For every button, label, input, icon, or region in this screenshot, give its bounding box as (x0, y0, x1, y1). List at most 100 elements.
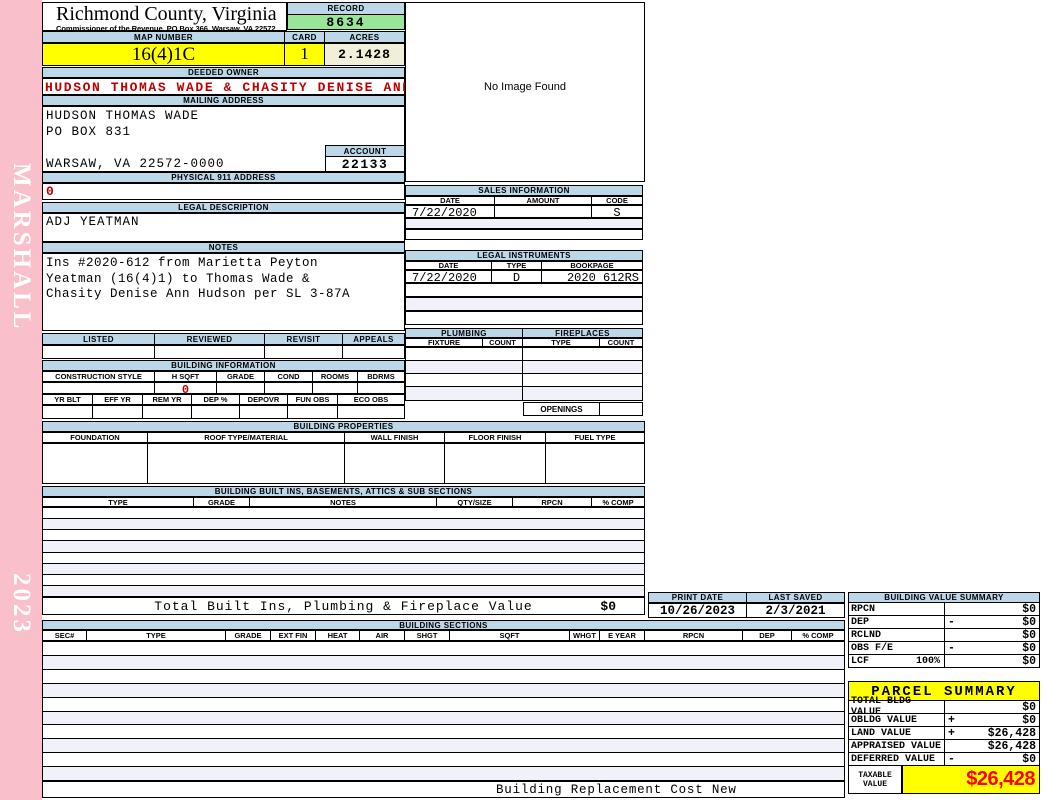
sales-date-value: 7/22/2020 (405, 205, 495, 220)
bs-whgt-label: WHGT (570, 630, 600, 641)
bs-grade-label: GRADE (226, 630, 271, 641)
bvs-label: RCLND (848, 628, 945, 642)
empty-cell (358, 382, 405, 394)
rooms-label: ROOMS (313, 371, 358, 382)
plumbing-fireplaces-subheaders: FIXTURE COUNT TYPE COUNT (405, 338, 643, 347)
print-info-values: 10/26/2023 2/3/2021 (648, 603, 845, 618)
empty-cell (313, 382, 358, 394)
table-row (43, 530, 644, 542)
building-properties-headers: FOUNDATION ROOF TYPE/MATERIAL WALL FINIS… (42, 432, 645, 443)
ps-row-obldg: OBLDG VALUE + $0 (848, 713, 1040, 727)
table-row (43, 739, 844, 754)
deeded-owner-value: HUDSON THOMAS WADE & CHASITY DENISE ANN (42, 78, 410, 95)
h-sqft-value: 0 (155, 382, 217, 397)
sales-code-value: S (592, 205, 643, 220)
notes-label: NOTES (42, 242, 405, 253)
print-date-label: PRINT DATE (648, 592, 747, 603)
empty-cell (240, 405, 288, 419)
bs-comp-label: % COMP (792, 630, 845, 641)
empty-cell (192, 405, 240, 419)
building-sections-footer: Building Replacement Cost New (42, 781, 845, 798)
ps-label: APPRAISED VALUE (848, 739, 945, 753)
floor-finish-label: FLOOR FINISH (445, 432, 546, 443)
sales-date-label: DATE (405, 196, 495, 205)
ps-label: OBLDG VALUE (848, 713, 945, 727)
rem-yr-label: REM YR (143, 394, 192, 405)
ps-value: $0 (1022, 700, 1036, 714)
empty-cell (42, 443, 148, 484)
last-saved-label: LAST SAVED (747, 592, 845, 603)
review-header-row: LISTED REVIEWED REVISIT APPEALS (42, 333, 405, 345)
mailing-address-label: MAILING ADDRESS (42, 95, 405, 106)
bs-rpcn-label: RPCN (645, 630, 743, 641)
empty-cell (546, 443, 645, 484)
li-bookpage-label: BOOKPAGE (542, 261, 643, 270)
legal-description-label: LEGAL DESCRIPTION (42, 202, 405, 213)
ps-row-total-bldg: TOTAL BLDG VALUE $0 (848, 696, 1040, 718)
empty-cell (343, 345, 405, 359)
physical-911-label: PHYSICAL 911 ADDRESS (42, 172, 405, 183)
ps-value: $26,428 (987, 726, 1036, 740)
bi-notes-label: NOTES (250, 497, 437, 507)
map-number-label: MAP NUMBER (42, 31, 285, 43)
physical-911-value: 0 (42, 183, 405, 200)
cond-label: COND (265, 371, 313, 382)
ps-label: DEFERRED VALUE (848, 752, 945, 766)
openings-label: OPENINGS (523, 402, 600, 416)
built-ins-total-value: $0 (600, 599, 616, 614)
fun-obs-label: FUN OBS (288, 394, 338, 405)
empty-cell (523, 360, 643, 374)
empty-cell (265, 345, 343, 359)
plumbing-fireplaces-headers: PLUMBING FIREPLACES (405, 328, 643, 338)
bi-qty-label: QTY/SIZE (437, 497, 513, 507)
building-info-row2-headers: YR BLT EFF YR REM YR DEP % DEPOVR FUN OB… (42, 394, 405, 405)
construction-style-label: CONSTRUCTION STYLE (42, 371, 155, 382)
roof-type-label: ROOF TYPE/MATERIAL (148, 432, 345, 443)
table-row (43, 541, 644, 553)
building-information-label: BUILDING INFORMATION (42, 360, 405, 371)
building-sections-label: BUILDING SECTIONS (42, 620, 845, 630)
bvs-row-rclnd: RCLND $0 (848, 628, 1040, 642)
bvs-label: DEP (848, 615, 945, 629)
empty-cell (148, 443, 345, 484)
mailing-line: HUDSON THOMAS WADE (46, 109, 200, 123)
card-label: CARD (285, 31, 325, 43)
ps-sign: + (948, 713, 955, 727)
bs-shgt-label: SHGT (405, 630, 450, 641)
table-row (405, 297, 643, 311)
li-type-label: TYPE (492, 261, 542, 270)
building-sections-body (42, 641, 845, 782)
empty-cell (523, 347, 643, 361)
sales-row: 7/22/2020 S (405, 205, 643, 220)
fuel-type-label: FUEL TYPE (546, 432, 645, 443)
ps-value: $0 (1022, 752, 1036, 766)
li-date-value: 7/22/2020 (405, 270, 492, 285)
ps-value: $26,428 (987, 739, 1036, 753)
building-sections-headers: SEC# TYPE GRADE EXT FIN HEAT AIR SHGT SQ… (42, 630, 845, 641)
account-value: 22133 (325, 156, 405, 172)
empty-cell (42, 345, 155, 359)
plumbing-fireplaces-body (405, 347, 643, 403)
fixture-count-label: COUNT (483, 338, 523, 347)
li-bookpage-value: 2020 612RS (542, 270, 643, 285)
no-image-message: No Image Found (484, 81, 566, 93)
bs-air-label: AIR (360, 630, 405, 641)
account-box: ACCOUNT 22133 (325, 145, 405, 172)
table-row (43, 519, 644, 531)
fireplaces-label: FIREPLACES (523, 328, 643, 338)
acres-value: 2.1428 (325, 43, 405, 66)
bvs-row-dep: DEP - $0 (848, 615, 1040, 629)
ps-sign: - (948, 752, 955, 766)
bs-sec-label: SEC# (42, 630, 87, 641)
taxable-value-amount: $26,428 (966, 768, 1035, 790)
table-row (405, 218, 643, 229)
table-row (43, 563, 644, 575)
table-row (43, 585, 644, 597)
empty-cell (265, 382, 313, 394)
table-row (405, 311, 643, 325)
empty-cell (155, 345, 265, 359)
bs-eyear-label: E YEAR (600, 630, 645, 641)
ps-row-land: LAND VALUE + $26,428 (848, 726, 1040, 740)
bvs-label: RPCN (848, 602, 945, 616)
print-date-value: 10/26/2023 (648, 603, 747, 618)
